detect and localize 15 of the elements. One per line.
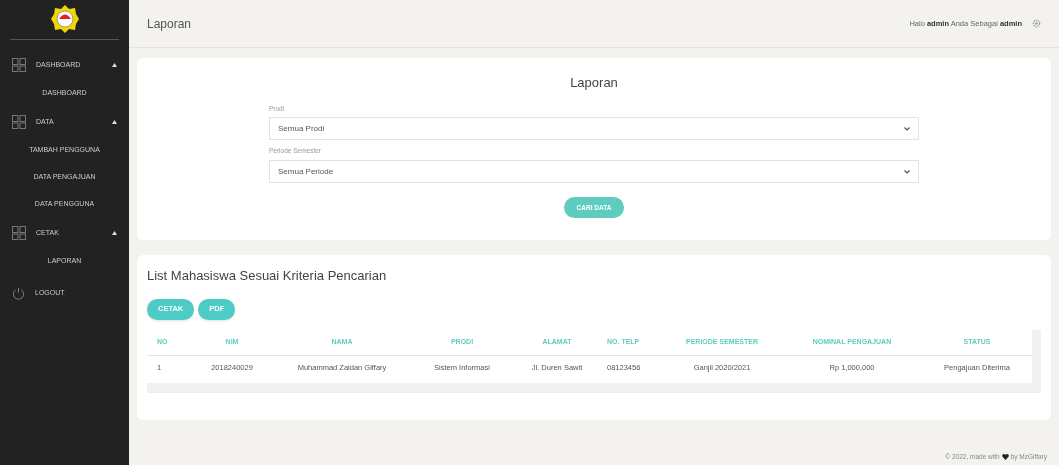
- heart-icon: [1001, 454, 1009, 461]
- section-title: List Mahasiswa Sesuai Kriteria Pencarian: [147, 267, 388, 285]
- grid-icon: [12, 226, 26, 240]
- emblem-logo: [49, 4, 80, 34]
- card-title: Laporan: [570, 74, 618, 92]
- select-field[interactable]: Semua Periode: [269, 160, 919, 183]
- chevron-icon: [904, 126, 910, 131]
- grid-icon: [12, 115, 26, 129]
- settings-icon[interactable]: [1032, 19, 1041, 28]
- grid-icon: [12, 58, 26, 72]
- power-icon: [12, 286, 25, 300]
- page-title: Laporan: [147, 15, 192, 33]
- select-field[interactable]: Semua Prodi: [269, 117, 919, 141]
- chevron-icon: [904, 169, 910, 174]
- vertical-scrollbar[interactable]: [1032, 329, 1041, 392]
